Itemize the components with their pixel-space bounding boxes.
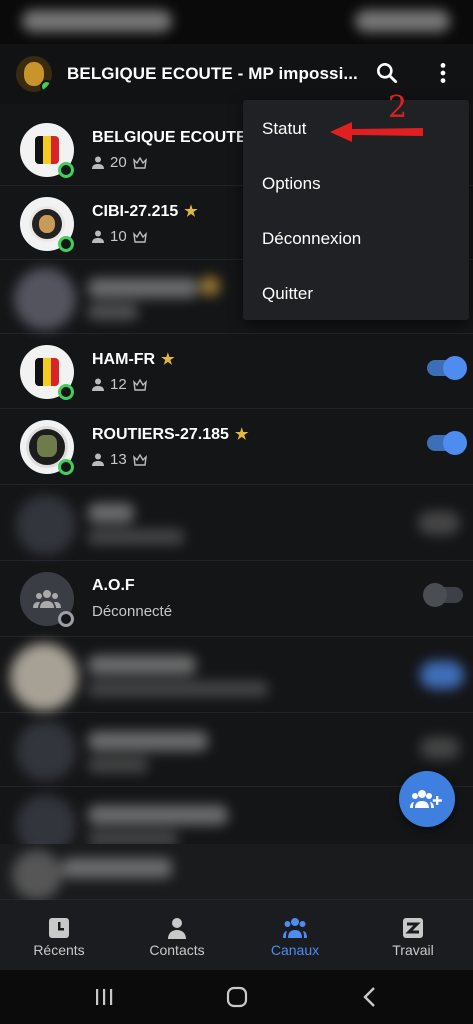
menu-item-options[interactable]: Options: [262, 174, 321, 194]
menu-item-statut[interactable]: Statut: [262, 119, 306, 139]
member-count: 13: [110, 451, 127, 468]
channel-name: HAM-FR: [92, 351, 156, 368]
work-icon: [403, 918, 423, 938]
more-options-icon[interactable]: [430, 60, 456, 86]
add-group-icon: [410, 790, 442, 808]
page-title: BELGIQUE ECOUTE - MP impossi...: [67, 64, 358, 83]
channel-toggle[interactable]: [423, 583, 463, 607]
status-bar: [0, 0, 473, 44]
crown-icon: [132, 230, 147, 243]
channel-name: A.O.F: [92, 577, 135, 594]
nav-label: Travail: [392, 942, 434, 958]
add-channel-button[interactable]: [399, 771, 455, 827]
list-item[interactable]: [0, 844, 473, 900]
offline-status-icon: [58, 611, 74, 627]
channel-toggle[interactable]: [427, 431, 467, 455]
nav-label: Récents: [33, 942, 85, 958]
list-item[interactable]: ROUTIERS-27.185 ★ 13: [0, 409, 473, 485]
channel-avatar[interactable]: [16, 56, 52, 92]
member-count: 20: [110, 154, 127, 171]
menu-item-quitter[interactable]: Quitter: [262, 284, 313, 304]
crown-icon: [132, 453, 147, 466]
list-item[interactable]: A.O.F Déconnecté: [0, 561, 473, 637]
group-icon: [33, 590, 61, 608]
home-icon[interactable]: [226, 986, 248, 1008]
annotation-arrow: 2: [330, 90, 430, 145]
menu-item-deconnexion[interactable]: Déconnexion: [262, 229, 361, 249]
crown-icon: [132, 378, 147, 391]
list-item[interactable]: [0, 637, 473, 713]
channel-name: CIBI-27.215: [92, 203, 179, 220]
status-text: Déconnecté: [92, 603, 173, 620]
nav-contacts[interactable]: Contacts: [118, 900, 236, 970]
online-status-icon: [58, 162, 74, 178]
person-icon: [92, 453, 104, 466]
system-nav-bar: [0, 970, 473, 1024]
recent-apps-icon[interactable]: [94, 987, 114, 1007]
member-count: 10: [110, 228, 127, 245]
nav-travail[interactable]: Travail: [354, 900, 472, 970]
star-icon: ★: [161, 351, 175, 368]
group-icon: [283, 918, 307, 938]
search-icon[interactable]: [374, 60, 400, 86]
nav-label: Contacts: [149, 942, 205, 958]
contact-icon: [168, 918, 186, 939]
person-icon: [92, 230, 104, 243]
online-status-icon: [58, 459, 74, 475]
recent-icon: [49, 918, 69, 938]
list-item[interactable]: HAM-FR ★ 12: [0, 334, 473, 409]
channel-name: ROUTIERS-27.185: [92, 426, 229, 443]
arrow-icon: [330, 122, 423, 142]
star-icon: ★: [234, 426, 249, 443]
nav-canaux[interactable]: Canaux: [236, 900, 354, 970]
back-icon[interactable]: [360, 986, 380, 1008]
list-item[interactable]: [0, 713, 473, 787]
person-icon: [92, 156, 104, 169]
nav-label: Canaux: [270, 942, 320, 958]
member-count: 12: [110, 376, 127, 393]
nav-recents[interactable]: Récents: [0, 900, 118, 970]
bottom-nav: Récents Contacts Canaux Travail: [0, 900, 473, 970]
star-icon: ★: [184, 203, 198, 220]
channel-toggle[interactable]: [427, 356, 467, 380]
online-status-icon: [58, 384, 74, 400]
online-status-icon: [58, 236, 74, 252]
crown-icon: [132, 156, 147, 169]
person-icon: [92, 378, 104, 391]
channel-name: BELGIQUE ECOUTE: [92, 129, 247, 146]
list-item[interactable]: [0, 485, 473, 561]
